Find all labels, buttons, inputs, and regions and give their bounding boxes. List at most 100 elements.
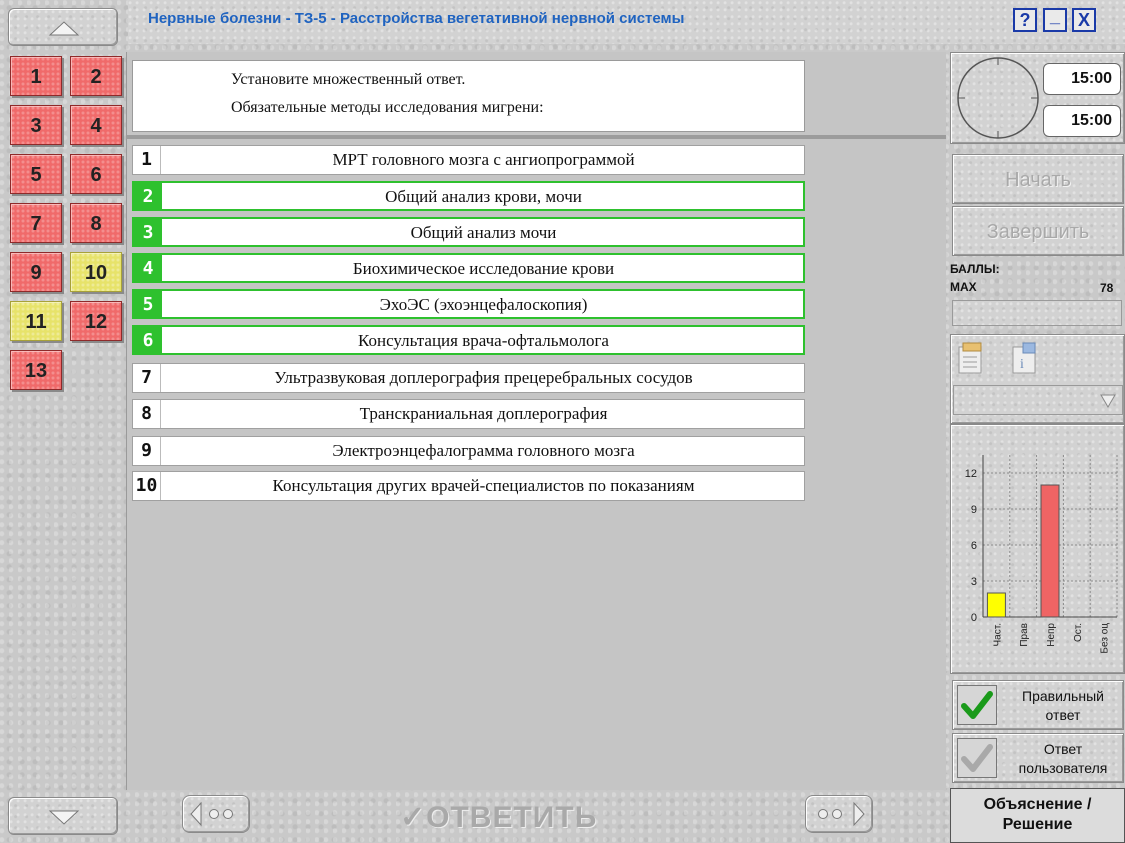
arrow-left-icon (190, 801, 233, 827)
explanation-label-2: Решение (1002, 816, 1073, 833)
time-left: 15:00 (1043, 105, 1121, 137)
chart-xtick-label: Прав (1019, 623, 1030, 647)
option-9[interactable]: 9 Электроэнцефалограмма головного мозга (132, 436, 805, 466)
option-5[interactable]: 5 ЭхоЭС (эхоэнцефалоскопия) (132, 289, 805, 319)
info-document-icon[interactable]: i (1011, 341, 1041, 375)
finish-button[interactable]: Завершить (952, 206, 1124, 256)
legend-correct-label: Правильный ответ (1001, 687, 1125, 725)
option-text: Биохимическое исследование крови (352, 259, 615, 278)
scroll-down-button[interactable] (8, 797, 118, 835)
chart-bar-3 (1040, 484, 1060, 618)
question-nav-13[interactable]: 13 (10, 350, 62, 390)
legend-correct-line2: ответ (1045, 707, 1081, 723)
question-nav-6[interactable]: 6 (70, 154, 122, 194)
scroll-up-button[interactable] (8, 8, 118, 46)
chart-ytick-label: 6 (971, 540, 977, 552)
answer-button[interactable]: ✓ОТВЕТИТЬ (400, 800, 597, 835)
legend-user-line2: пользователя (1018, 760, 1108, 776)
question-nav-11[interactable]: 11 (10, 301, 62, 341)
window-title: Нервные болезни - ТЗ-5 - Расстройства ве… (148, 10, 685, 27)
option-text: Ультразвуковая доплерография прецеребрал… (274, 368, 693, 387)
time-total: 15:00 (1043, 63, 1121, 95)
chart-ytick-label: 3 (971, 576, 977, 588)
tools-dropdown[interactable] (953, 385, 1123, 415)
option-text: Консультация других врачей-специалистов … (272, 476, 695, 495)
close-button[interactable]: X (1072, 8, 1096, 32)
option-2[interactable]: 2 Общий анализ крови, мочи (132, 181, 805, 211)
option-10[interactable]: 10 Консультация других врачей-специалисто… (132, 471, 805, 501)
explanation-button[interactable]: Объяснение / Решение (950, 788, 1125, 843)
question-nav-12[interactable]: 12 (70, 301, 122, 341)
chart-xtick-label: Част. (992, 623, 1003, 646)
option-text: Общий анализ крови, мочи (385, 187, 582, 206)
question-nav-10[interactable]: 10 (70, 252, 122, 292)
option-number: 3 (134, 219, 162, 245)
option-1[interactable]: 1 МРТ головного мозга с ангиопрограммой (132, 145, 805, 175)
score-label: БАЛЛЫ: MAX (950, 263, 1000, 293)
tools-panel: i (950, 334, 1125, 424)
question-nav-3[interactable]: 3 (10, 105, 62, 145)
legend-user-label: Ответ пользователя (1001, 740, 1125, 778)
option-number: 10 (133, 472, 161, 500)
chart-bar-1 (986, 592, 1006, 618)
chevron-down-icon (1100, 394, 1116, 408)
option-text: Консультация врача-офтальмолога (358, 331, 609, 350)
question-nav-7[interactable]: 7 (10, 203, 62, 243)
option-text: Транскраниальная доплерография (359, 404, 608, 423)
score-title: БАЛЛЫ: (950, 262, 1000, 276)
stats-chart: 0 3 6 9 12 Част. Прав Непр Ост. Без оц (965, 455, 1118, 654)
legend-correct: Правильный ответ (952, 680, 1124, 730)
document-list-icon[interactable] (957, 341, 987, 375)
question-text: Обязательные методы исследования мигрени… (231, 99, 544, 116)
legend-user: Ответ пользователя (952, 733, 1124, 783)
option-3[interactable]: 3 Общий анализ мочи (132, 217, 805, 247)
option-text: Общий анализ мочи (410, 223, 557, 242)
option-number: 6 (134, 327, 162, 353)
option-number: 8 (133, 400, 161, 428)
svg-text:i: i (1020, 357, 1024, 372)
correct-check-icon (957, 685, 997, 725)
option-number: 5 (134, 291, 162, 317)
chevron-down-icon (48, 810, 80, 825)
explanation-label-1: Объяснение / (983, 796, 1092, 813)
help-button[interactable]: ? (1013, 8, 1037, 32)
legend-correct-line1: Правильный (1022, 688, 1104, 704)
option-text: МРТ головного мозга с ангиопрограммой (332, 150, 635, 169)
timer-panel: 15:00 15:00 (950, 52, 1125, 144)
arrow-right-icon (818, 801, 865, 827)
checkmark-icon: ✓ (400, 801, 427, 834)
stats-chart-panel: 0 3 6 9 12 Част. Прав Непр Ост. Без оц (950, 424, 1125, 674)
chart-ytick-label: 0 (971, 612, 977, 624)
start-button[interactable]: Начать (952, 154, 1124, 204)
question-box: Установите множественный ответ. Обязател… (132, 60, 805, 132)
option-number: 2 (134, 183, 162, 209)
minimize-button[interactable]: _ (1043, 7, 1067, 32)
option-text: ЭхоЭС (эхоэнцефалоскопия) (379, 295, 588, 314)
option-number: 7 (133, 364, 161, 392)
question-nav-8[interactable]: 8 (70, 203, 122, 243)
prev-button[interactable] (182, 795, 250, 833)
clock-icon (957, 57, 1039, 139)
question-nav-5[interactable]: 5 (10, 154, 62, 194)
question-nav-2[interactable]: 2 (70, 56, 122, 96)
chart-xtick-label: Ост. (1073, 623, 1084, 642)
score-max-value: 78 (1100, 281, 1114, 295)
option-number: 4 (134, 255, 162, 281)
option-7[interactable]: 7 Ультразвуковая доплерография прецеребра… (132, 363, 805, 393)
chart-ytick-label: 12 (965, 468, 977, 480)
legend-user-line1: Ответ (1043, 741, 1083, 757)
option-text: Электроэнцефалограмма головного мозга (332, 441, 635, 460)
divider (126, 135, 946, 139)
chart-xtick-label: Без оц (1100, 623, 1111, 654)
option-4[interactable]: 4 Биохимическое исследование крови (132, 253, 805, 283)
option-8[interactable]: 8 Транскраниальная доплерография (132, 399, 805, 429)
question-nav-9[interactable]: 9 (10, 252, 62, 292)
question-nav-4[interactable]: 4 (70, 105, 122, 145)
option-6[interactable]: 6 Консультация врача-офтальмолога (132, 325, 805, 355)
question-nav-1[interactable]: 1 (10, 56, 62, 96)
chevron-up-icon (48, 21, 80, 36)
question-instruction: Установите множественный ответ. (231, 71, 466, 88)
chart-xtick-label: Непр (1046, 623, 1057, 647)
option-number: 1 (133, 146, 161, 174)
next-button[interactable] (805, 795, 873, 833)
